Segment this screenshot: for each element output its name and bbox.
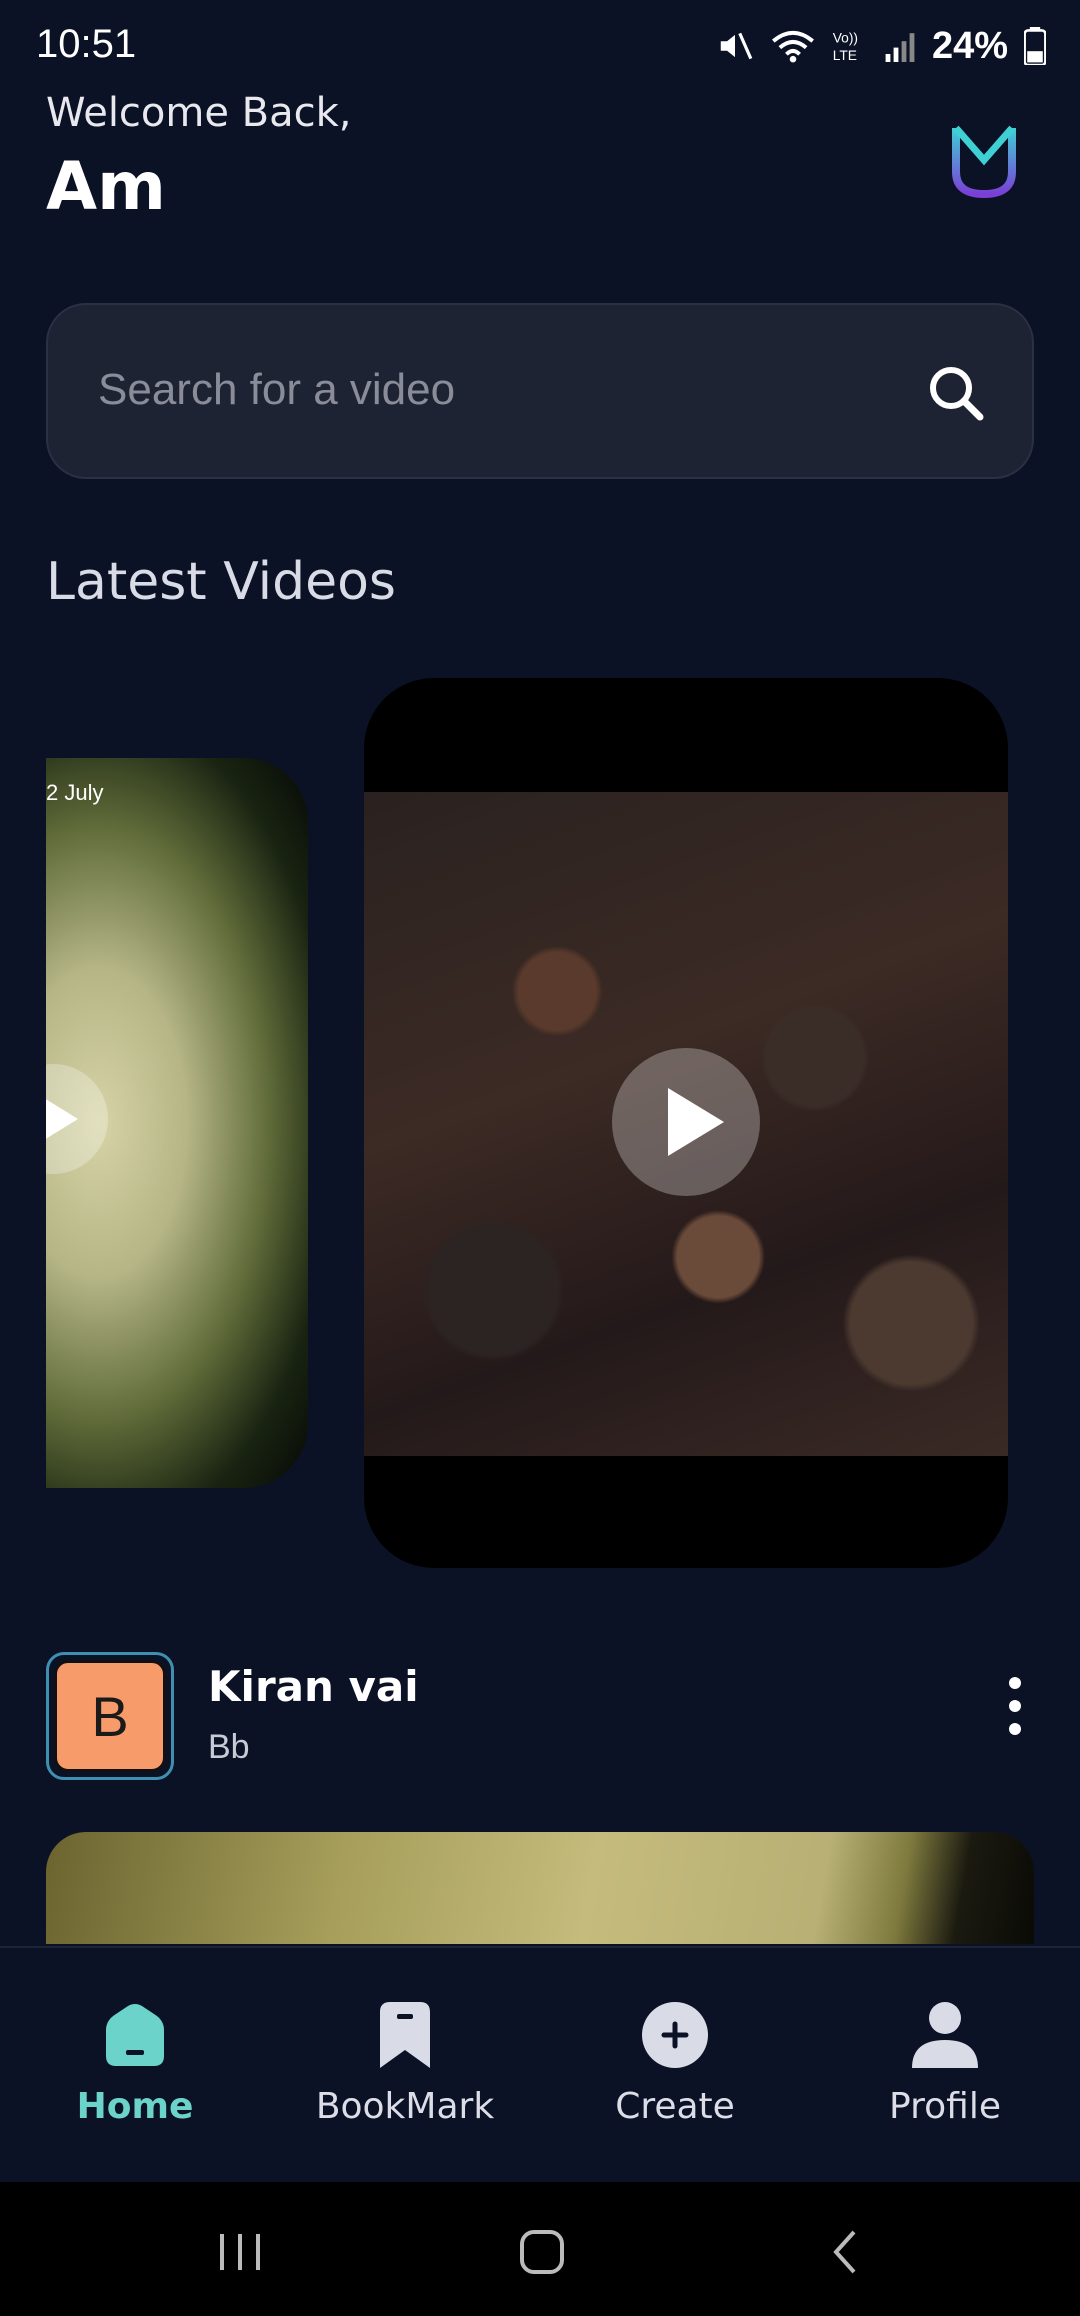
mute-icon (720, 32, 753, 60)
system-nav-bar (0, 2182, 1080, 2316)
search-icon[interactable] (926, 363, 986, 423)
bottom-nav: Home BookMark Create Profile (0, 1946, 1080, 2184)
post-subtitle: Bb (208, 1728, 250, 1766)
status-icons: Vo)) LTE 24% (716, 24, 1046, 68)
video-card[interactable]: 2 July (46, 758, 308, 1488)
back-icon[interactable] (816, 2222, 876, 2282)
post-header: B Kiran vai Bb (46, 1652, 1034, 1780)
status-time: 10:51 (36, 22, 137, 66)
home-button-icon[interactable] (512, 2222, 572, 2282)
svg-text:Vo)): Vo)) (833, 30, 858, 46)
bookmark-icon (380, 2002, 430, 2068)
nav-item-bookmark[interactable]: BookMark (270, 1948, 540, 2184)
video-date-fragment: 2 July (46, 780, 104, 805)
status-bar: 10:51 Vo)) LTE 24% (0, 0, 1080, 92)
battery-icon (1024, 27, 1046, 65)
username: Am (46, 148, 166, 225)
nav-label-bookmark: BookMark (315, 2086, 495, 2127)
play-icon[interactable] (612, 1048, 760, 1196)
profile-icon (912, 2002, 978, 2068)
more-options-icon[interactable] (1008, 1676, 1022, 1736)
nav-label-home: Home (76, 2086, 194, 2127)
search-input[interactable]: Search for a video (98, 365, 455, 415)
app-logo (952, 125, 1016, 199)
section-title-latest-videos: Latest Videos (46, 552, 397, 612)
wifi-icon (771, 30, 814, 63)
search-bar[interactable]: Search for a video (46, 303, 1034, 479)
nav-item-create[interactable]: Create (540, 1948, 810, 2184)
battery-percent: 24% (931, 24, 1008, 67)
nav-label-create: Create (615, 2086, 735, 2127)
svg-text:LTE: LTE (833, 47, 857, 63)
nav-item-home[interactable]: Home (0, 1948, 270, 2184)
post-video-thumbnail[interactable] (46, 1832, 1034, 1944)
video-card[interactable] (364, 678, 1008, 1568)
welcome-text: Welcome Back, (46, 90, 352, 136)
post-title: Kiran vai (208, 1662, 419, 1711)
avatar[interactable]: B (46, 1652, 174, 1780)
play-icon[interactable] (46, 1064, 108, 1174)
nav-label-profile: Profile (889, 2086, 1001, 2127)
signal-icon (885, 33, 915, 62)
recent-apps-icon[interactable] (210, 2222, 270, 2282)
nav-item-profile[interactable]: Profile (810, 1948, 1080, 2184)
volte-icon: Vo)) LTE (833, 30, 858, 63)
plus-circle-icon (642, 2002, 708, 2068)
home-icon (106, 2004, 164, 2066)
avatar-letter: B (54, 1660, 166, 1772)
